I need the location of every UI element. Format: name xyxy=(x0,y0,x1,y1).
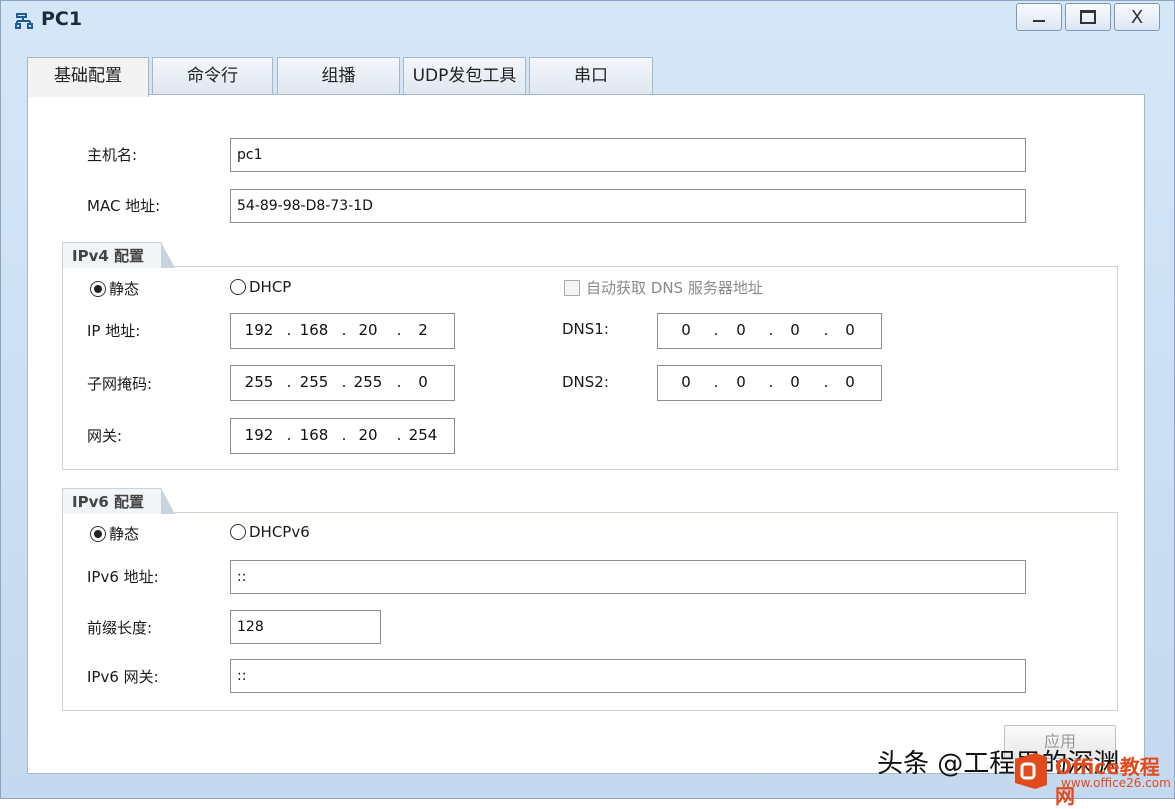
gateway-label: 网关: xyxy=(87,427,123,445)
subnet-mask-input[interactable]: 255. 255. 255. 0 xyxy=(230,365,455,401)
radio-checked-icon xyxy=(90,280,106,297)
gateway-octet-1: 192 xyxy=(244,426,274,444)
dns2-octet-3: 0 xyxy=(790,373,800,391)
radio-unchecked-icon xyxy=(230,524,246,540)
ipv6-address-label: IPv6 地址: xyxy=(87,568,159,586)
dns2-input[interactable]: 0. 0. 0. 0 xyxy=(657,365,882,401)
dns2-octet-4: 0 xyxy=(845,373,855,391)
ip-octet-3: 20 xyxy=(358,321,378,339)
mask-label: 子网掩码: xyxy=(87,375,153,393)
dns1-octet-3: 0 xyxy=(790,321,800,339)
maximize-icon xyxy=(1080,10,1096,24)
ipv6-group-title: IPv6 配置 xyxy=(62,488,175,514)
radio-checked-icon xyxy=(90,525,106,542)
maximize-button[interactable] xyxy=(1065,3,1111,31)
tab-udp-tool[interactable]: UDP发包工具 xyxy=(403,57,526,95)
ipv4-group-title: IPv4 配置 xyxy=(62,242,175,268)
ip-address-input[interactable]: 192. 168. 20. 2 xyxy=(230,313,455,349)
radio-unchecked-icon xyxy=(230,279,246,295)
gateway-octet-2: 168 xyxy=(299,426,329,444)
ipv6-dhcp-radio[interactable]: DHCPv6 xyxy=(230,523,310,541)
ipv4-dhcp-label: DHCP xyxy=(249,278,292,296)
dns2-octet-1: 0 xyxy=(681,373,691,391)
dns1-octet-2: 0 xyxy=(736,321,746,339)
mask-octet-1: 255 xyxy=(244,373,274,391)
title-bar[interactable]: PC1 X xyxy=(1,1,1174,41)
mask-octet-4: 0 xyxy=(418,373,428,391)
tab-command-line[interactable]: 命令行 xyxy=(152,57,273,95)
tab-serial[interactable]: 串口 xyxy=(529,57,653,95)
ipv6-static-label: 静态 xyxy=(109,525,140,543)
dns1-label: DNS1: xyxy=(562,320,609,338)
dns2-label: DNS2: xyxy=(562,373,609,391)
tab-basic-config[interactable]: 基础配置 xyxy=(27,57,149,97)
checkbox-icon xyxy=(564,279,580,296)
ipv6-address-input[interactable]: :: xyxy=(230,560,1026,594)
ipv4-static-radio[interactable]: 静态 xyxy=(90,278,139,299)
ip-octet-2: 168 xyxy=(299,321,329,339)
ip-label: IP 地址: xyxy=(87,322,141,340)
dns1-input[interactable]: 0. 0. 0. 0 xyxy=(657,313,882,349)
mask-octet-3: 255 xyxy=(353,373,383,391)
watermark-url: www.office26.com xyxy=(1061,776,1171,790)
hostname-label: 主机名: xyxy=(87,146,138,164)
minimize-icon xyxy=(1033,20,1045,22)
ip-octet-4: 2 xyxy=(418,321,428,339)
prefix-length-input[interactable]: 128 xyxy=(230,610,381,644)
minimize-button[interactable] xyxy=(1016,3,1062,31)
ipv6-dhcp-label: DHCPv6 xyxy=(249,523,310,541)
app-window: PC1 X 基础配置 命令行 组播 UDP发包工具 串口 主机名: pc1 MA… xyxy=(0,0,1175,808)
dns1-octet-1: 0 xyxy=(681,321,691,339)
mac-input[interactable]: 54-89-98-D8-73-1D xyxy=(230,189,1026,223)
mac-label: MAC 地址: xyxy=(87,197,161,215)
ipv6-static-radio[interactable]: 静态 xyxy=(90,523,139,544)
ip-octet-1: 192 xyxy=(244,321,274,339)
close-icon: X xyxy=(1130,6,1144,28)
ipv6-gateway-input[interactable]: :: xyxy=(230,659,1026,693)
mask-octet-2: 255 xyxy=(299,373,329,391)
dns1-octet-4: 0 xyxy=(845,321,855,339)
gateway-input[interactable]: 192. 168. 20. 254 xyxy=(230,418,455,454)
auto-dns-label: 自动获取 DNS 服务器地址 xyxy=(586,279,763,297)
office-logo-icon xyxy=(1015,753,1047,789)
tab-multicast[interactable]: 组播 xyxy=(277,57,400,95)
auto-dns-checkbox[interactable]: 自动获取 DNS 服务器地址 xyxy=(564,277,763,298)
gateway-octet-4: 254 xyxy=(408,426,438,444)
close-button[interactable]: X xyxy=(1114,3,1160,31)
hostname-input[interactable]: pc1 xyxy=(230,138,1026,172)
prefix-length-label: 前缀长度: xyxy=(87,619,153,637)
network-pc-icon xyxy=(15,13,33,29)
window-controls: X xyxy=(1013,3,1160,31)
window-title: PC1 xyxy=(41,8,83,30)
gateway-octet-3: 20 xyxy=(358,426,378,444)
dns2-octet-2: 0 xyxy=(736,373,746,391)
ipv4-dhcp-radio[interactable]: DHCP xyxy=(230,278,291,296)
ipv6-gateway-label: IPv6 网关: xyxy=(87,668,159,686)
ipv4-static-label: 静态 xyxy=(109,280,140,298)
